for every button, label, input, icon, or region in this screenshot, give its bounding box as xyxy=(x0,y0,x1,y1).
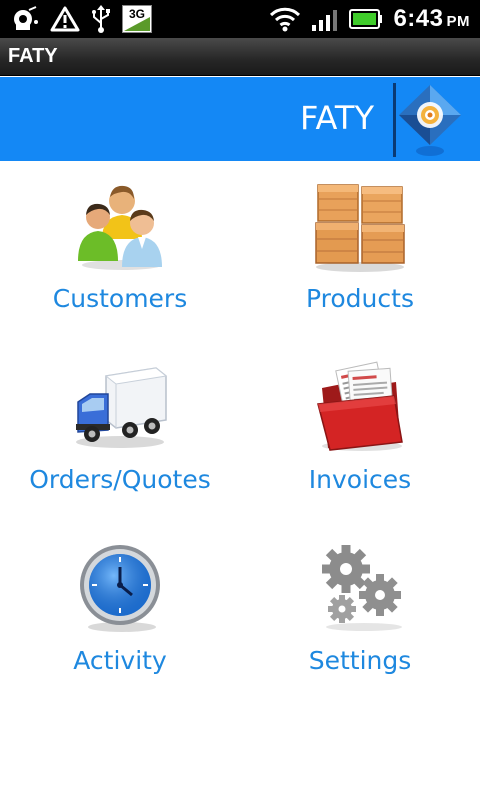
header-title: FATY xyxy=(300,99,374,137)
wifi-icon xyxy=(269,6,301,32)
menu-label: Invoices xyxy=(308,465,412,494)
status-bar: 3G 6:43 PM xyxy=(0,0,480,38)
menu-item-invoices[interactable]: Invoices xyxy=(240,342,480,523)
gears-icon xyxy=(312,539,408,635)
menu-item-settings[interactable]: Settings xyxy=(240,523,480,704)
svg-text:3G: 3G xyxy=(129,7,145,21)
signal-icon xyxy=(311,6,339,32)
3g-icon: 3G xyxy=(122,5,152,33)
menu-label: Customers xyxy=(52,284,188,313)
faty-logo-icon xyxy=(397,81,463,157)
clock-icon xyxy=(72,539,168,635)
app-header: FATY xyxy=(0,77,480,161)
customers-icon xyxy=(72,177,168,273)
products-icon xyxy=(312,177,408,273)
invoice-folder-icon xyxy=(312,358,408,454)
menu-item-orders-quotes[interactable]: Orders/Quotes xyxy=(0,342,240,523)
status-bar-notifications: 3G xyxy=(12,4,152,34)
menu-label: Settings xyxy=(308,646,412,675)
status-bar-system: 6:43 PM xyxy=(269,4,470,34)
warning-icon xyxy=(50,6,80,32)
battery-icon xyxy=(349,8,383,30)
title-bar: FATY xyxy=(0,38,480,76)
menu-label: Orders/Quotes xyxy=(29,465,211,494)
menu-label: Activity xyxy=(73,646,167,675)
header-divider xyxy=(393,83,396,157)
menu-label: Products xyxy=(306,284,414,313)
truck-icon xyxy=(72,358,168,454)
clock-time: 6:43 PM xyxy=(393,5,470,32)
menu-item-products[interactable]: Products xyxy=(240,161,480,342)
menu-item-activity[interactable]: Activity xyxy=(0,523,240,704)
menu-item-customers[interactable]: Customers xyxy=(0,161,240,342)
usb-icon xyxy=(90,5,112,33)
app-title: FATY xyxy=(8,45,58,67)
satellite-icon xyxy=(12,6,40,32)
